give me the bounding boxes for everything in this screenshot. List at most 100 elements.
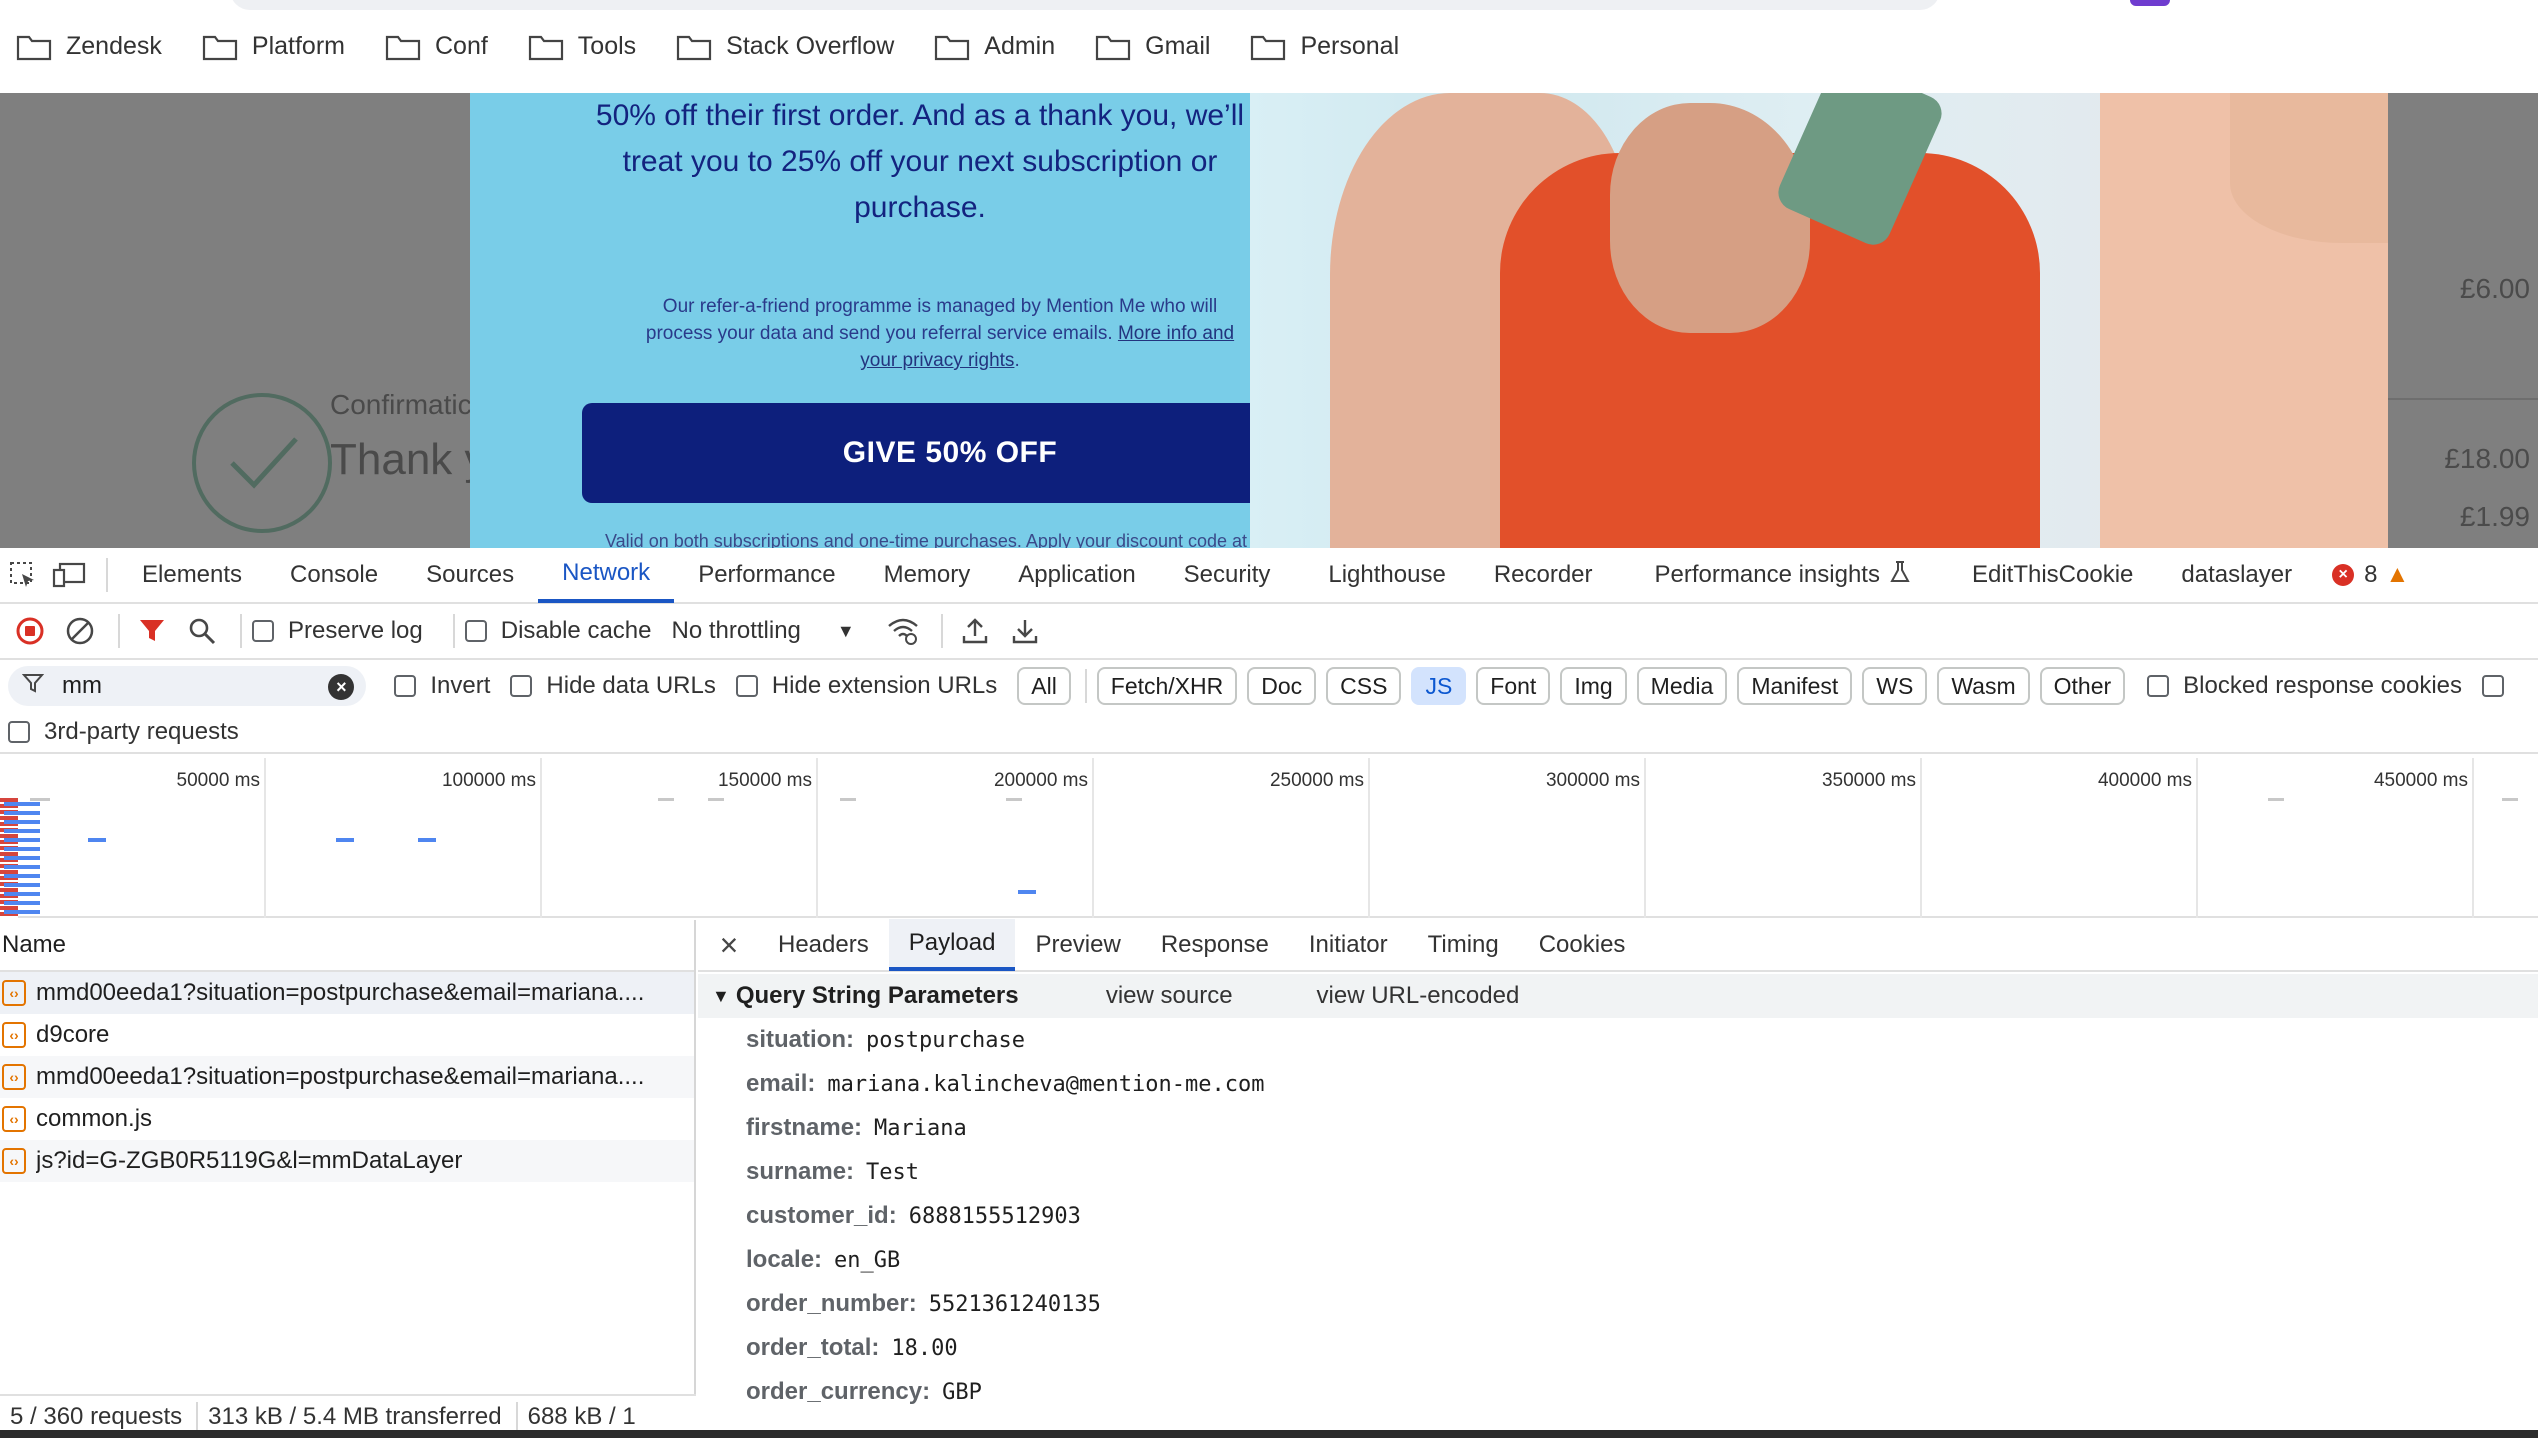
type-filter-wasm[interactable]: Wasm [1937, 667, 2030, 705]
valid-text: Valid on both subscriptions and one-time… [605, 531, 1248, 548]
throttling-select[interactable]: No throttling ▼ [671, 617, 854, 645]
script-icon: ‹› [2, 980, 26, 1006]
page-overlay [2388, 93, 2538, 548]
type-filter-ws[interactable]: WS [1862, 667, 1928, 705]
tab-cookies[interactable]: Cookies [1519, 919, 1646, 971]
network-toolbar: Preserve log Disable cache No throttling… [0, 604, 2538, 660]
separator [940, 614, 943, 648]
tab-recorder[interactable]: Recorder [1470, 547, 1617, 603]
clear-icon[interactable] [58, 609, 102, 653]
bookmark-folder-tools[interactable]: Tools [528, 32, 636, 61]
folder-icon [1096, 35, 1131, 60]
address-bar[interactable] [230, 0, 1940, 10]
type-filter-manifest[interactable]: Manifest [1737, 667, 1853, 705]
type-filter-css[interactable]: CSS [1326, 667, 1402, 705]
name-column-header[interactable]: Name [0, 920, 694, 972]
tab-console[interactable]: Console [266, 547, 402, 603]
tab-editthiscookie[interactable]: EditThisCookie [1948, 547, 2157, 603]
network-overview: 50000 ms 100000 ms 150000 ms 200000 ms 2… [0, 758, 2538, 918]
tab-timing[interactable]: Timing [1408, 919, 1519, 971]
overview-gridline [1092, 758, 1094, 918]
network-conditions-icon[interactable] [881, 609, 925, 653]
bookmark-folder-gmail[interactable]: Gmail [1095, 32, 1210, 61]
request-row[interactable]: ‹› mmd00eeda1?situation=postpurchase&ema… [0, 972, 694, 1014]
param-value: Test [866, 1159, 920, 1185]
script-icon: ‹› [2, 1022, 26, 1048]
type-filter-all[interactable]: All [1017, 667, 1071, 705]
bookmark-folder-zendesk[interactable]: Zendesk [16, 32, 162, 61]
tab-headers[interactable]: Headers [758, 919, 889, 971]
import-har-icon[interactable] [953, 609, 997, 653]
bookmark-label: Personal [1300, 32, 1400, 60]
blocked-cookies-checkbox[interactable]: Blocked response cookies [2147, 672, 2462, 700]
tab-dataslayer[interactable]: dataslayer [2157, 547, 2316, 603]
resources-size: 688 kB / 1 [527, 1403, 636, 1430]
tab-performance-insights-label: Performance insights [1654, 561, 1880, 588]
warning-icon: ▲ [2385, 561, 2410, 588]
overview-request-mark [336, 838, 354, 842]
checkbox-box [8, 721, 30, 743]
device-toolbar-icon[interactable] [52, 558, 86, 592]
tab-application[interactable]: Application [994, 547, 1159, 603]
invert-checkbox[interactable]: Invert [394, 672, 490, 700]
request-row[interactable]: ‹› mmd00eeda1?situation=postpurchase&ema… [0, 1056, 694, 1098]
give-discount-button[interactable]: GIVE 50% OFF [582, 403, 1318, 503]
type-filter-font[interactable]: Font [1476, 667, 1551, 705]
query-string-section-header[interactable]: ▼ Query String Parameters view source vi… [698, 974, 2538, 1018]
search-icon[interactable] [180, 609, 224, 653]
clear-filter-icon[interactable]: × [328, 674, 355, 700]
bookmark-folder-personal[interactable]: Personal [1250, 32, 1399, 61]
bookmark-folder-stack-overflow[interactable]: Stack Overflow [676, 32, 894, 61]
blocked-requests-checkbox[interactable] [2482, 675, 2518, 697]
error-count-badge[interactable]: × 8 ▲ [2332, 561, 2409, 589]
type-filter-media[interactable]: Media [1636, 667, 1728, 705]
tab-preview[interactable]: Preview [1015, 919, 1140, 971]
view-url-encoded-link[interactable]: view URL-encoded [1317, 982, 1520, 1010]
triangle-down-icon: ▼ [712, 985, 730, 1006]
stop-recording-icon[interactable] [8, 609, 52, 653]
separator [452, 614, 455, 648]
third-party-checkbox[interactable]: 3rd-party requests [8, 718, 239, 746]
profile-icon[interactable] [2130, 0, 2170, 6]
bookmark-folder-platform[interactable]: Platform [202, 32, 345, 61]
tab-payload[interactable]: Payload [888, 919, 1016, 971]
tab-initiator[interactable]: Initiator [1289, 919, 1408, 971]
type-filter-img[interactable]: Img [1560, 667, 1627, 705]
filter-input[interactable]: mm × [8, 666, 367, 706]
request-row[interactable]: ‹› d9core [0, 1014, 694, 1056]
tab-network[interactable]: Network [538, 547, 675, 603]
tab-memory[interactable]: Memory [860, 547, 995, 603]
tab-lighthouse[interactable]: Lighthouse [1304, 547, 1469, 603]
type-filter-js[interactable]: JS [1411, 667, 1467, 705]
tab-elements[interactable]: Elements [118, 547, 266, 603]
overview-request-mark [88, 838, 106, 842]
type-filter-fetch-xhr[interactable]: Fetch/XHR [1096, 667, 1238, 705]
type-filter-doc[interactable]: Doc [1247, 667, 1317, 705]
close-icon[interactable]: × [708, 924, 750, 966]
hide-data-urls-checkbox[interactable]: Hide data URLs [510, 672, 716, 700]
param-key: order_total: [746, 1334, 880, 1361]
tab-sources[interactable]: Sources [402, 547, 538, 603]
request-row[interactable]: ‹› common.js [0, 1098, 694, 1140]
bookmark-folder-conf[interactable]: Conf [385, 32, 488, 61]
bookmark-folder-admin[interactable]: Admin [934, 32, 1055, 61]
tab-performance[interactable]: Performance [674, 547, 859, 603]
tab-security[interactable]: Security [1160, 547, 1295, 603]
type-filter-other[interactable]: Other [2039, 667, 2126, 705]
filter-icon[interactable] [130, 609, 174, 653]
tab-performance-insights[interactable]: Performance insights [1631, 547, 1934, 603]
tab-response[interactable]: Response [1141, 919, 1289, 971]
checkbox-box [394, 675, 417, 697]
inspect-element-icon[interactable] [6, 558, 40, 592]
overview-request-mark [658, 798, 674, 801]
export-har-icon[interactable] [1003, 609, 1047, 653]
param-row: order_number: 5521361240135 [698, 1282, 2538, 1326]
hide-extension-urls-checkbox[interactable]: Hide extension URLs [735, 672, 997, 700]
preserve-log-checkbox[interactable]: Preserve log [252, 617, 423, 645]
param-value: postpurchase [866, 1027, 1025, 1053]
param-key: order_number: [746, 1290, 917, 1317]
promo-text: 50% off their first order. And as a than… [595, 99, 1245, 224]
request-row[interactable]: ‹› js?id=G-ZGB0R5119G&l=mmDataLayer [0, 1140, 694, 1182]
view-source-link[interactable]: view source [1106, 982, 1233, 1010]
disable-cache-checkbox[interactable]: Disable cache [464, 617, 651, 645]
